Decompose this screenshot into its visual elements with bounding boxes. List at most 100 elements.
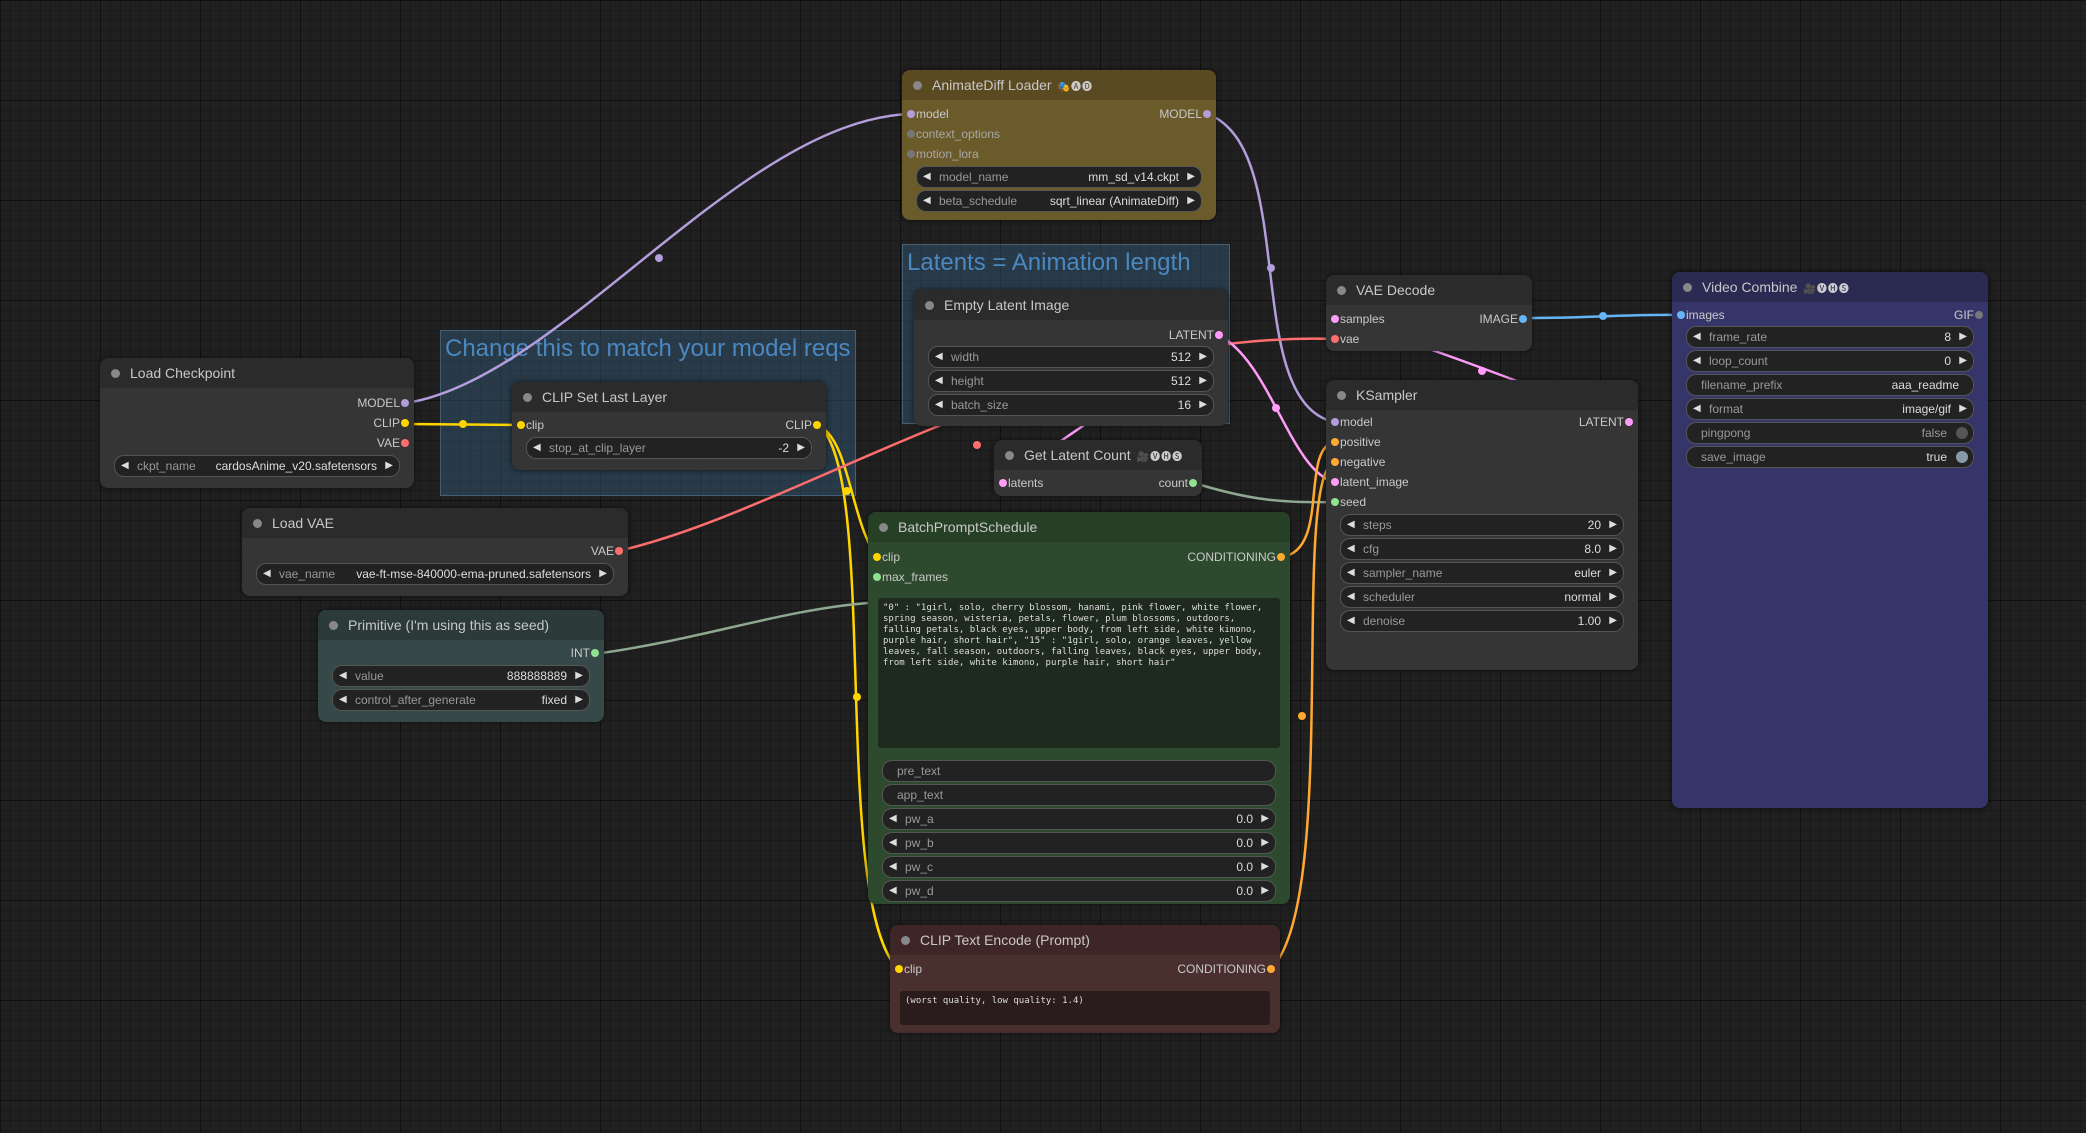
output-vae[interactable]: VAE — [591, 541, 623, 561]
node-badges: 🎥🅥🅗🅢 — [1803, 284, 1850, 295]
collapse-dot[interactable] — [913, 81, 922, 90]
value-number[interactable]: ◀ value 888888889 ▶ — [332, 665, 590, 687]
collapse-dot[interactable] — [523, 393, 532, 402]
sampler-name-combo[interactable]: ◀ sampler_name euler ▶ — [1340, 562, 1624, 584]
control-after-generate-combo[interactable]: ◀ control_after_generate fixed ▶ — [332, 689, 590, 711]
input-context-options[interactable]: context_options — [907, 124, 1000, 144]
output-gif[interactable]: GIF — [1954, 305, 1983, 325]
batch-size-number[interactable]: ◀ batch_size 16 ▶ — [928, 394, 1214, 416]
input-vae[interactable]: vae — [1331, 329, 1359, 349]
vae-name-combo[interactable]: ◀ vae_name vae-ft-mse-840000-ema-pruned.… — [256, 563, 614, 585]
input-samples[interactable]: samples — [1331, 309, 1385, 329]
input-clip[interactable]: clip — [895, 959, 922, 979]
output-model[interactable]: MODEL — [1159, 104, 1211, 124]
stop-at-clip-layer-number[interactable]: ◀ stop_at_clip_layer -2 ▶ — [526, 437, 812, 459]
collapse-dot[interactable] — [329, 621, 338, 630]
node-animatediff-loader[interactable]: AnimateDiff Loader 🎭🅐🅓 model MODEL contex… — [902, 70, 1216, 220]
node-video-combine[interactable]: Video Combine 🎥🅥🅗🅢 images GIF ◀ frame_rate… — [1672, 272, 1988, 808]
negative-prompt-textarea[interactable]: (worst quality, low quality: 1.4) — [900, 991, 1270, 1025]
frame-rate-number[interactable]: ◀ frame_rate 8 ▶ — [1686, 326, 1974, 348]
node-title[interactable]: CLIP Set Last Layer — [512, 382, 826, 412]
group-title: Latents = Animation length — [907, 249, 1191, 276]
output-conditioning[interactable]: CONDITIONING — [1187, 547, 1285, 567]
input-model[interactable]: model — [1331, 412, 1373, 432]
pre-text-field[interactable]: pre_text — [882, 760, 1276, 782]
width-number[interactable]: ◀ width 512 ▶ — [928, 346, 1214, 368]
node-clip-set-last-layer[interactable]: CLIP Set Last Layer clip CLIP ◀ stop_at_… — [512, 382, 826, 470]
format-combo[interactable]: ◀ format image/gif ▶ — [1686, 398, 1974, 420]
pw-a-number[interactable]: ◀ pw_a 0.0 ▶ — [882, 808, 1276, 830]
collapse-dot[interactable] — [925, 301, 934, 310]
collapse-dot[interactable] — [1337, 391, 1346, 400]
output-clip[interactable]: CLIP — [785, 415, 821, 435]
input-model[interactable]: model — [907, 104, 949, 124]
increment-icon: ▶ — [1199, 399, 1207, 410]
input-clip[interactable]: clip — [517, 415, 544, 435]
node-clip-text-encode-negative[interactable]: CLIP Text Encode (Prompt) clip CONDITION… — [890, 925, 1280, 1033]
output-vae[interactable]: VAE — [377, 433, 409, 453]
collapse-dot[interactable] — [901, 936, 910, 945]
input-negative[interactable]: negative — [1331, 452, 1385, 472]
node-batch-prompt-schedule[interactable]: BatchPromptSchedule clip CONDITIONING ma… — [868, 512, 1290, 904]
input-seed[interactable]: seed — [1331, 492, 1366, 512]
app-text-field[interactable]: app_text — [882, 784, 1276, 806]
filename-prefix-field[interactable]: filename_prefix aaa_readme — [1686, 374, 1974, 396]
node-title[interactable]: Empty Latent Image — [914, 290, 1228, 320]
collapse-dot[interactable] — [253, 519, 262, 528]
node-vae-decode[interactable]: VAE Decode samples IMAGE vae — [1326, 275, 1532, 351]
output-clip[interactable]: CLIP — [373, 413, 409, 433]
input-max-frames[interactable]: max_frames — [873, 567, 948, 587]
loop-count-number[interactable]: ◀ loop_count 0 ▶ — [1686, 350, 1974, 372]
decrement-icon: ◀ — [1347, 567, 1355, 578]
node-title[interactable]: Video Combine 🎥🅥🅗🅢 — [1672, 272, 1988, 302]
node-title[interactable]: VAE Decode — [1326, 275, 1532, 305]
node-title[interactable]: Primitive (I'm using this as seed) — [318, 610, 604, 640]
node-title[interactable]: Get Latent Count 🎥🅥🅗🅢 — [994, 440, 1202, 470]
collapse-dot[interactable] — [1683, 283, 1692, 292]
collapse-dot[interactable] — [1337, 286, 1346, 295]
node-title[interactable]: KSampler — [1326, 380, 1638, 410]
pw-c-number[interactable]: ◀ pw_c 0.0 ▶ — [882, 856, 1276, 878]
input-latent-image[interactable]: latent_image — [1331, 472, 1409, 492]
output-model[interactable]: MODEL — [357, 393, 409, 413]
denoise-number[interactable]: ◀ denoise 1.00 ▶ — [1340, 610, 1624, 632]
node-get-latent-count[interactable]: Get Latent Count 🎥🅥🅗🅢 latents count — [994, 440, 1202, 496]
beta-schedule-combo[interactable]: ◀ beta_schedule sqrt_linear (AnimateDiff… — [916, 190, 1202, 212]
node-primitive-seed[interactable]: Primitive (I'm using this as seed) INT ◀… — [318, 610, 604, 722]
height-number[interactable]: ◀ height 512 ▶ — [928, 370, 1214, 392]
output-image[interactable]: IMAGE — [1479, 309, 1527, 329]
pw-b-number[interactable]: ◀ pw_b 0.0 ▶ — [882, 832, 1276, 854]
input-images[interactable]: images — [1677, 305, 1725, 325]
model-name-combo[interactable]: ◀ model_name mm_sd_v14.ckpt ▶ — [916, 166, 1202, 188]
input-motion-lora[interactable]: motion_lora — [907, 144, 979, 164]
steps-number[interactable]: ◀ steps 20 ▶ — [1340, 514, 1624, 536]
ckpt-name-combo[interactable]: ◀ ckpt_name cardosAnime_v20.safetensors … — [114, 455, 400, 477]
node-load-vae[interactable]: Load VAE VAE ◀ vae_name vae-ft-mse-84000… — [242, 508, 628, 596]
input-clip[interactable]: clip — [873, 547, 900, 567]
node-title[interactable]: CLIP Text Encode (Prompt) — [890, 925, 1280, 955]
node-title[interactable]: Load Checkpoint — [100, 358, 414, 388]
node-ksampler[interactable]: KSampler model LATENT positive negative … — [1326, 380, 1638, 670]
output-count[interactable]: count — [1159, 473, 1197, 493]
scheduler-combo[interactable]: ◀ scheduler normal ▶ — [1340, 586, 1624, 608]
output-latent[interactable]: LATENT — [1579, 412, 1633, 432]
pingpong-toggle[interactable]: pingpong false — [1686, 422, 1974, 444]
collapse-dot[interactable] — [111, 369, 120, 378]
node-title[interactable]: BatchPromptSchedule — [868, 512, 1290, 542]
node-empty-latent-image[interactable]: Empty Latent Image LATENT ◀ width 512 ▶ … — [914, 290, 1228, 426]
node-title[interactable]: AnimateDiff Loader 🎭🅐🅓 — [902, 70, 1216, 100]
cfg-number[interactable]: ◀ cfg 8.0 ▶ — [1340, 538, 1624, 560]
node-title[interactable]: Load VAE — [242, 508, 628, 538]
input-latents[interactable]: latents — [999, 473, 1043, 493]
node-load-checkpoint[interactable]: Load Checkpoint MODEL CLIP VAE ◀ ckpt_na… — [100, 358, 414, 488]
output-latent[interactable]: LATENT — [1169, 325, 1223, 345]
decrement-icon: ◀ — [889, 861, 897, 872]
pw-d-number[interactable]: ◀ pw_d 0.0 ▶ — [882, 880, 1276, 902]
input-positive[interactable]: positive — [1331, 432, 1381, 452]
save-image-toggle[interactable]: save_image true — [1686, 446, 1974, 468]
collapse-dot[interactable] — [879, 523, 888, 532]
output-conditioning[interactable]: CONDITIONING — [1177, 959, 1275, 979]
collapse-dot[interactable] — [1005, 451, 1014, 460]
prompt-schedule-textarea[interactable]: "0" : "1girl, solo, cherry blossom, hana… — [878, 598, 1280, 748]
output-int[interactable]: INT — [571, 643, 599, 663]
